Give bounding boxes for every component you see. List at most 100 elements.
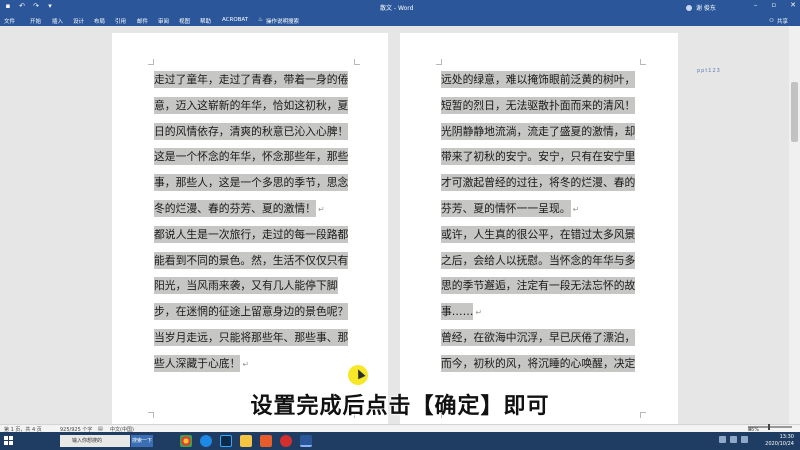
- maximize-icon[interactable]: ▫: [771, 1, 776, 9]
- zoom-control[interactable]: − + 85%: [748, 424, 792, 433]
- page-left[interactable]: 走过了童年，走过了青春，带着一身的倦 意，迈入这崭新的年华，恰如这初秋，夏 日的风情…: [112, 33, 388, 424]
- word-icon[interactable]: [300, 435, 312, 447]
- subtitle-caption: 设置完成后点击【确定】即可: [250, 394, 550, 419]
- undo-icon[interactable]: ↶: [18, 2, 26, 10]
- highlighted-text[interactable]: 些人深藏于心底！: [154, 354, 241, 372]
- tab-home[interactable]: 开始: [30, 17, 41, 25]
- save-icon[interactable]: ▪: [4, 2, 12, 10]
- body-text[interactable]: 远处的绿意，难以掩饰眼前泛黄的树叶， 短暂的烈日，无法驱散扑面而来的清风！ 光阴静静…: [441, 67, 636, 377]
- highlighted-text[interactable]: 事，那些人，这是一个多思的季节，思念: [154, 174, 349, 192]
- highlighted-text[interactable]: 光阴静静地流淌，流走了盛夏的激情，却: [441, 122, 636, 140]
- window-title: 散文 - Word: [380, 5, 414, 12]
- highlighted-text[interactable]: 思的季节邂逅，注定有一段无法忘怀的故: [441, 277, 636, 295]
- tab-help[interactable]: 帮助: [200, 17, 211, 25]
- margin-mark: [148, 59, 154, 65]
- text-line[interactable]: 事，那些人，这是一个多思的季节，思念: [154, 170, 354, 196]
- photoshop-icon[interactable]: [220, 435, 232, 447]
- minimize-icon[interactable]: –: [754, 1, 758, 9]
- highlighted-text[interactable]: 意，迈入这崭新的年华，恰如这初秋，夏: [154, 96, 349, 114]
- text-line[interactable]: 曾经，在欲海中沉浮，早已厌倦了漂泊，: [441, 325, 636, 351]
- highlighted-text[interactable]: 而今，初秋的风，将沉睡的心唤醒，决定: [441, 354, 636, 372]
- text-line[interactable]: 光阴静静地流淌，流走了盛夏的激情，却: [441, 119, 636, 145]
- highlighted-text[interactable]: 才可激起曾经的过往，将冬的烂漫、春的: [441, 174, 636, 192]
- highlighted-text[interactable]: 步，在迷惘的征途上留意身边的景色呢？: [154, 303, 349, 321]
- document-area[interactable]: 走过了童年，走过了青春，带着一身的倦 意，迈入这崭新的年华，恰如这初秋，夏 日的风情…: [0, 26, 800, 424]
- highlighted-text[interactable]: 这是一个怀念的年华，怀念那些年，那些: [154, 148, 349, 166]
- text-line[interactable]: 带来了初秋的安宁。安宁，只有在安宁里: [441, 144, 636, 170]
- media-icon[interactable]: [260, 435, 272, 447]
- text-line[interactable]: 走过了童年，走过了青春，带着一身的倦: [154, 67, 354, 93]
- tab-design[interactable]: 设计: [73, 17, 84, 25]
- highlighted-text[interactable]: 短暂的烈日，无法驱散扑面而来的清风！: [441, 96, 636, 114]
- tab-review[interactable]: 审阅: [158, 17, 169, 25]
- text-line[interactable]: 阳光，当风雨来袭，又有几人能停下脚: [154, 273, 354, 299]
- highlighted-text[interactable]: 之后，会给人以抚慰。当怀念的年华与多: [441, 251, 636, 269]
- text-line[interactable]: 芬芳、夏的情怀一一呈现。 ↵: [441, 196, 631, 222]
- highlighted-text[interactable]: 曾经，在欲海中沉浮，早已厌倦了漂泊，: [441, 328, 636, 346]
- windows-start-icon[interactable]: [4, 436, 14, 446]
- highlighted-text[interactable]: 事……: [441, 303, 474, 321]
- network-icon[interactable]: [719, 436, 726, 443]
- body-text[interactable]: 走过了童年，走过了青春，带着一身的倦 意，迈入这崭新的年华，恰如这初秋，夏 日的风情…: [154, 67, 354, 377]
- text-line[interactable]: 能看到不同的景色。然，生活不仅仅只有: [154, 248, 354, 274]
- text-line[interactable]: 当岁月走远，只能将那些年、那些事、那: [154, 325, 354, 351]
- clock[interactable]: 13:30 2020/10/24: [765, 434, 794, 448]
- share-button[interactable]: ⚇ 共享: [769, 17, 788, 25]
- tab-acrobat[interactable]: ACROBAT: [222, 17, 248, 23]
- text-line[interactable]: 事…… ↵: [441, 299, 631, 325]
- tell-me-search[interactable]: 操作说明搜索: [266, 17, 299, 25]
- search-button[interactable]: 搜索一下: [131, 435, 153, 447]
- text-line[interactable]: 远处的绿意，难以掩饰眼前泛黄的树叶，: [441, 67, 636, 93]
- close-icon[interactable]: ✕: [790, 1, 796, 9]
- text-line[interactable]: 之后，会给人以抚慰。当怀念的年华与多: [441, 248, 636, 274]
- text-line[interactable]: 步，在迷惘的征途上留意身边的景色呢？: [154, 299, 354, 325]
- text-line[interactable]: 思的季节邂逅，注定有一段无法忘怀的故: [441, 273, 636, 299]
- highlighted-text[interactable]: 芬芳、夏的情怀一一呈现。: [441, 199, 571, 217]
- highlighted-text[interactable]: 能看到不同的景色。然，生活不仅仅只有: [154, 251, 349, 269]
- vertical-scrollbar[interactable]: [789, 26, 800, 424]
- volume-icon[interactable]: [730, 436, 737, 443]
- tab-layout[interactable]: 布局: [94, 17, 105, 25]
- mouse-cursor-icon: [348, 365, 368, 385]
- scrollbar-thumb[interactable]: [791, 82, 798, 142]
- paragraph-mark-icon: ↵: [572, 204, 580, 214]
- text-line[interactable]: 而今，初秋的风，将沉睡的心唤醒，决定: [441, 351, 636, 377]
- highlighted-text[interactable]: 阳光，当风雨来袭，又有几人能停下脚: [154, 277, 338, 295]
- tab-file[interactable]: 文件: [4, 17, 15, 25]
- taskbar-search-input[interactable]: 输入你想搜的: [60, 435, 130, 447]
- tab-mailings[interactable]: 邮件: [137, 17, 148, 25]
- highlighted-text[interactable]: 当岁月走远，只能将那些年、那些事、那: [154, 328, 349, 346]
- text-line[interactable]: 都说人生是一次旅行，走过的每一段路都: [154, 222, 354, 248]
- highlighted-text[interactable]: 日的风情依存，清爽的秋意已沁入心脾！: [154, 122, 349, 140]
- tab-references[interactable]: 引用: [115, 17, 126, 25]
- text-line[interactable]: 日的风情依存，清爽的秋意已沁入心脾！: [154, 119, 354, 145]
- text-line[interactable]: 冬的烂漫、春的芬芳、夏的激情！ ↵: [154, 196, 354, 222]
- redo-icon[interactable]: ↷: [32, 2, 40, 10]
- share-label: 共享: [776, 19, 788, 25]
- user-account[interactable]: 谢 俊东: [686, 3, 716, 12]
- window-controls: – ▫ ✕: [754, 1, 796, 9]
- lightbulb-icon: ♨: [258, 17, 263, 23]
- text-line[interactable]: 或许，人生真的很公平，在错过太多风景: [441, 222, 636, 248]
- highlighted-text[interactable]: 都说人生是一次旅行，走过的每一段路都: [154, 225, 349, 243]
- paragraph-mark-icon: ↵: [242, 359, 250, 369]
- folder-icon[interactable]: [240, 435, 252, 447]
- text-line[interactable]: 些人深藏于心底！ ↵: [154, 351, 354, 377]
- ime-icon[interactable]: [741, 436, 748, 443]
- highlighted-text[interactable]: 冬的烂漫、春的芬芳、夏的激情！: [154, 199, 316, 217]
- customize-icon[interactable]: ▾: [46, 2, 54, 10]
- text-line[interactable]: 这是一个怀念的年华，怀念那些年，那些: [154, 144, 354, 170]
- page-right[interactable]: 远处的绿意，难以掩饰眼前泛黄的树叶， 短暂的烈日，无法驱散扑面而来的清风！ 光阴静静…: [400, 33, 678, 424]
- edge-icon[interactable]: [200, 435, 212, 447]
- highlighted-text[interactable]: 远处的绿意，难以掩饰眼前泛黄的树叶，: [441, 71, 636, 88]
- text-line[interactable]: 短暂的烈日，无法驱散扑面而来的清风！: [441, 93, 636, 119]
- highlighted-text[interactable]: 走过了童年，走过了青春，带着一身的倦: [154, 71, 349, 88]
- highlighted-text[interactable]: 或许，人生真的很公平，在错过太多风景: [441, 225, 636, 243]
- record-icon[interactable]: [280, 435, 292, 447]
- highlighted-text[interactable]: 带来了初秋的安宁。安宁，只有在安宁里: [441, 148, 636, 166]
- tab-insert[interactable]: 插入: [52, 17, 63, 25]
- chrome-icon[interactable]: [180, 435, 192, 447]
- text-line[interactable]: 意，迈入这崭新的年华，恰如这初秋，夏: [154, 93, 354, 119]
- text-line[interactable]: 才可激起曾经的过往，将冬的烂漫、春的: [441, 170, 636, 196]
- tab-view[interactable]: 视图: [179, 17, 190, 25]
